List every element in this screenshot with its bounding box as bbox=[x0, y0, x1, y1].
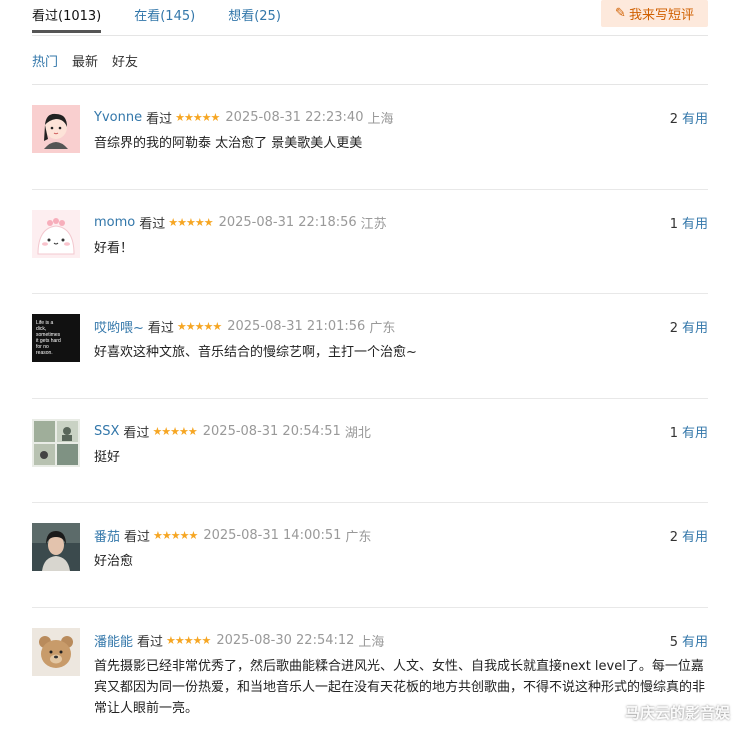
comment-location: 上海 bbox=[367, 112, 394, 127]
comment-time: 2025-08-31 14:00:51 bbox=[203, 528, 342, 543]
useful-button[interactable]: 有用 bbox=[682, 112, 708, 127]
comment-list: Yvonne 看过 ★★★★★ 2025-08-31 22:23:40 上海 2… bbox=[32, 85, 708, 731]
avatar[interactable] bbox=[32, 627, 80, 676]
pencil-icon: ✎ bbox=[615, 6, 626, 21]
comment-header: SSX 看过 ★★★★★ 2025-08-31 20:54:51 湖北 bbox=[94, 422, 371, 441]
comment-time: 2025-08-31 20:54:51 bbox=[202, 423, 341, 439]
pink-blob-avatar-icon bbox=[32, 209, 80, 258]
comment-username[interactable]: SSX bbox=[94, 424, 119, 439]
rating-stars: ★★★★★ bbox=[175, 111, 220, 124]
teddy-bear-avatar-icon bbox=[32, 627, 80, 676]
comment-status: 看过 bbox=[137, 634, 164, 650]
sort-latest[interactable]: 最新 bbox=[72, 51, 98, 70]
comment-item: momo 看过 ★★★★★ 2025-08-31 22:18:56 江苏 1 有用… bbox=[32, 190, 708, 294]
comment-content: 挺好 bbox=[94, 449, 121, 465]
useful-button[interactable]: 有用 bbox=[682, 530, 708, 545]
comment-location: 江苏 bbox=[360, 216, 387, 232]
useful-button[interactable]: 有用 bbox=[682, 635, 708, 650]
cartoon-girl-avatar-icon bbox=[32, 105, 80, 153]
rating-stars: ★★★★★ bbox=[152, 424, 197, 438]
comment-content: 音综界的我的阿勒泰 太治愈了 景美歌美人更美 bbox=[94, 136, 363, 151]
comment-location: 广东 bbox=[369, 321, 396, 336]
vote-count: 2 有用 bbox=[670, 526, 708, 545]
comment-content: 好治愈 bbox=[94, 554, 134, 569]
comments-panel: 看过(1013) 在看(145) 想看(25) ✎ 我来写短评 热门 最新 好友 bbox=[32, 0, 708, 731]
vote-number: 1 bbox=[669, 216, 678, 232]
comment-location: 湖北 bbox=[344, 425, 371, 441]
status-tabs: 看过(1013) 在看(145) 想看(25) ✎ 我来写短评 bbox=[32, 0, 708, 36]
comment-status: 看过 bbox=[124, 530, 151, 545]
avatar[interactable] bbox=[32, 523, 80, 571]
useful-button[interactable]: 有用 bbox=[682, 426, 708, 441]
sort-hot[interactable]: 热门 bbox=[32, 51, 58, 70]
comment-username[interactable]: 哎哟喂~ bbox=[94, 317, 144, 336]
comment-status: 看过 bbox=[146, 112, 173, 127]
comment-item: Life is a dick, sometimes it gets hard f… bbox=[32, 294, 708, 399]
comment-item: 番茄 看过 ★★★★★ 2025-08-31 14:00:51 广东 2 有用 好… bbox=[32, 503, 708, 608]
vote-number: 2 bbox=[669, 321, 678, 336]
comment-username[interactable]: 潘能能 bbox=[94, 631, 133, 650]
comment-content: 好喜欢这种文旅、音乐结合的慢综艺啊，主打一个治愈~ bbox=[94, 345, 417, 360]
comment-username[interactable]: 番茄 bbox=[94, 526, 120, 545]
vote-number: 5 bbox=[669, 634, 678, 650]
comment-status: 看过 bbox=[123, 425, 150, 441]
sort-friends[interactable]: 好友 bbox=[112, 51, 138, 70]
watermark-text: 马庆云的影音娱 bbox=[624, 704, 730, 722]
vote-number: 1 bbox=[669, 425, 678, 441]
tab-watched[interactable]: 看过(1013) bbox=[32, 0, 102, 33]
comment-header: momo 看过 ★★★★★ 2025-08-31 22:18:56 江苏 bbox=[94, 213, 387, 232]
vote-number: 2 bbox=[669, 112, 678, 127]
rating-stars: ★★★★★ bbox=[168, 215, 213, 229]
comment-item: 潘能能 看过 ★★★★★ 2025-08-30 22:54:12 上海 5 有用 … bbox=[32, 608, 708, 731]
comment-username[interactable]: Yvonne bbox=[94, 110, 142, 125]
comment-item: Yvonne 看过 ★★★★★ 2025-08-31 22:23:40 上海 2… bbox=[32, 85, 708, 190]
comment-status: 看过 bbox=[147, 321, 174, 336]
rating-stars: ★★★★★ bbox=[176, 320, 222, 333]
vote-count: 5 有用 bbox=[670, 631, 708, 650]
vote-count: 2 有用 bbox=[670, 317, 708, 336]
comment-location: 上海 bbox=[358, 634, 385, 650]
comment-header: 哎哟喂~ 看过 ★★★★★ 2025-08-31 21:01:56 广东 bbox=[94, 317, 395, 336]
avatar[interactable] bbox=[32, 418, 80, 467]
vote-count: 1 有用 bbox=[670, 213, 708, 232]
comment-content: 好看！ bbox=[94, 240, 134, 256]
write-review-button[interactable]: ✎ 我来写短评 bbox=[601, 0, 708, 27]
comment-time: 2025-08-30 22:54:12 bbox=[216, 632, 355, 648]
comment-time: 2025-08-31 21:01:56 bbox=[227, 319, 366, 334]
avatar[interactable]: Life is a dick, sometimes it gets hard f… bbox=[32, 314, 80, 362]
rating-stars: ★★★★★ bbox=[153, 529, 198, 542]
avatar[interactable] bbox=[32, 105, 80, 153]
useful-button[interactable]: 有用 bbox=[682, 217, 708, 232]
rating-stars: ★★★★★ bbox=[166, 633, 211, 647]
comment-header: 潘能能 看过 ★★★★★ 2025-08-30 22:54:12 上海 bbox=[94, 631, 384, 650]
vote-count: 1 有用 bbox=[670, 422, 708, 441]
comment-time: 2025-08-31 22:18:56 bbox=[218, 214, 357, 230]
avatar[interactable] bbox=[32, 209, 80, 258]
comment-username[interactable]: momo bbox=[94, 215, 135, 230]
comment-header: 番茄 看过 ★★★★★ 2025-08-31 14:00:51 广东 bbox=[94, 526, 371, 545]
vote-number: 2 bbox=[669, 530, 678, 545]
write-review-label: 我来写短评 bbox=[628, 8, 694, 23]
comment-content: 首先摄影已经非常优秀了，然后歌曲能糅合进风光、人文、女性、自我成长就直接next… bbox=[94, 658, 706, 716]
comment-status: 看过 bbox=[139, 216, 166, 232]
vote-count: 2 有用 bbox=[670, 108, 708, 127]
sort-options: 热门 最新 好友 bbox=[32, 36, 708, 85]
comment-header: Yvonne 看过 ★★★★★ 2025-08-31 22:23:40 上海 bbox=[94, 108, 394, 127]
comment-item: SSX 看过 ★★★★★ 2025-08-31 20:54:51 湖北 1 有用 … bbox=[32, 399, 708, 503]
comment-time: 2025-08-31 22:23:40 bbox=[225, 110, 364, 125]
photo-collage-avatar-icon bbox=[32, 418, 80, 467]
tab-want[interactable]: 想看(25) bbox=[228, 0, 281, 24]
avatar-text: Life is a dick, sometimes it gets hard f… bbox=[36, 320, 61, 356]
tab-watching[interactable]: 在看(145) bbox=[134, 0, 195, 24]
comment-location: 广东 bbox=[345, 530, 372, 545]
useful-button[interactable]: 有用 bbox=[682, 321, 708, 336]
portrait-avatar-icon bbox=[32, 523, 80, 571]
